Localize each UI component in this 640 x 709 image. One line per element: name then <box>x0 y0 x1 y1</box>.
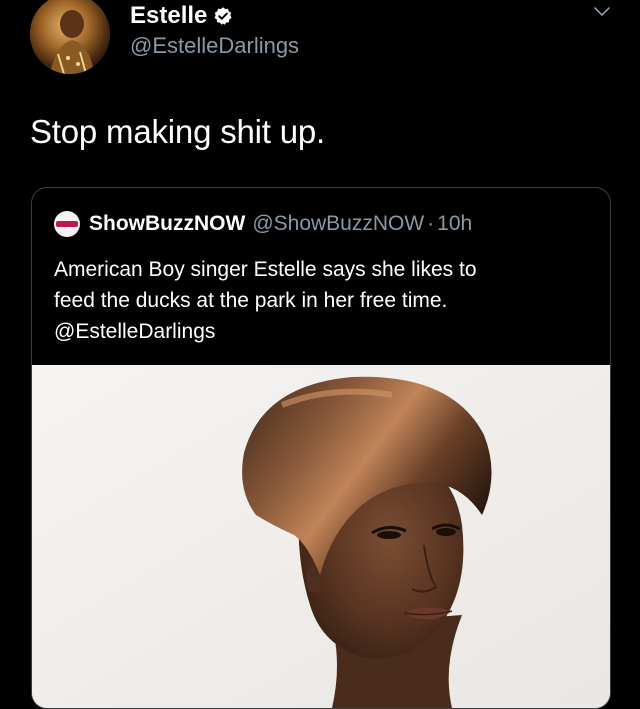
quoted-author-handle[interactable]: @ShowBuzzNOW <box>252 212 424 236</box>
quoted-tweet-time[interactable]: 10h <box>437 212 472 236</box>
author-avatar[interactable] <box>30 0 110 74</box>
tweet: Estelle @EstelleDarlings Stop making shi… <box>0 0 640 709</box>
quoted-mention-link[interactable]: @EstelleDarlings <box>54 316 594 347</box>
verified-badge-icon <box>214 7 232 25</box>
quoted-text-line: feed the ducks at the park in her free t… <box>54 289 448 312</box>
quoted-text-line: American Boy singer Estelle says she lik… <box>54 258 477 281</box>
quoted-tweet-photo[interactable] <box>32 365 610 708</box>
quoted-tweet-header: ShowBuzzNOW @ShowBuzzNOW · 10h <box>54 209 472 239</box>
tweet-text: Stop making shit up. <box>30 113 325 150</box>
author-name[interactable]: Estelle <box>130 2 207 30</box>
quoted-author-name[interactable]: ShowBuzzNOW <box>89 212 245 236</box>
chevron-down-icon[interactable] <box>592 2 612 22</box>
author-handle[interactable]: @EstelleDarlings <box>130 33 299 59</box>
quoted-time-separator: · <box>427 212 435 235</box>
quoted-tweet-card[interactable]: ShowBuzzNOW @ShowBuzzNOW · 10h American … <box>31 187 611 709</box>
quoted-tweet-text: American Boy singer Estelle says she lik… <box>54 254 594 347</box>
quoted-author-avatar[interactable] <box>54 211 80 237</box>
